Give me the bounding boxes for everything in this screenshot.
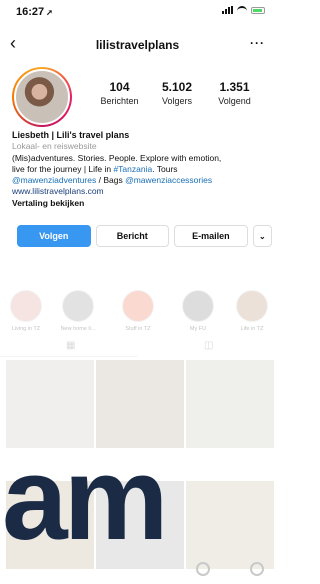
highlight-label: Stuff in TZ (125, 326, 151, 332)
profile-header: ‹ lilistravelplans ··· (0, 28, 275, 58)
highlight-cover (62, 290, 94, 322)
active-tab-indicator (0, 356, 137, 357)
suggested-accounts-chevron-icon[interactable]: ⌄ (252, 225, 272, 247)
profile-actions: Volgen Bericht E-mailen ⌄ (17, 225, 272, 247)
avatar[interactable] (12, 67, 72, 127)
highlight-item[interactable]: Living in TZ (6, 290, 46, 332)
status-bar: 16:27 ➚ (0, 0, 275, 24)
highlight-cover (182, 290, 214, 322)
stat-following[interactable]: 1.351 Volgend (207, 80, 262, 106)
bio-text: / Bags (96, 175, 126, 186)
highlight-cover (10, 290, 42, 322)
display-name: Liesbeth | Lili's travel plans (12, 130, 130, 140)
highlight-item[interactable]: Life in TZ (232, 290, 272, 332)
profile-category: Lokaal- en reiswebsite (12, 141, 97, 152)
highlight-cover (122, 290, 154, 322)
stat-followers-count: 5.102 (161, 80, 193, 94)
bio-text: live for the journey | Life in (12, 163, 114, 174)
highlight-label: New home li... (60, 326, 96, 332)
message-button[interactable]: Bericht (95, 225, 170, 247)
more-options-icon[interactable]: ··· (250, 36, 265, 50)
bio-line-2: live for the journey | Life in #Tanzania… (12, 164, 267, 175)
profile-username: lilistravelplans (95, 38, 180, 52)
signal-icon (222, 6, 233, 14)
stat-followers-label: Volgers (161, 96, 193, 106)
highlight-label: Life in TZ (240, 326, 264, 332)
stat-following-label: Volgend (218, 96, 251, 106)
mention-link[interactable]: @mawenziaccessories (125, 175, 212, 185)
email-button[interactable]: E-mailen (174, 225, 248, 247)
status-icons (222, 6, 265, 14)
bio-text: . Tours (152, 163, 178, 174)
profile-bio: Liesbeth | Lili's travel plans Lokaal- e… (12, 130, 267, 209)
mention-link[interactable]: @mawenziadventures (12, 175, 96, 185)
activity-icon[interactable] (196, 562, 210, 576)
website-link[interactable]: www.lilistravelplans.com (12, 186, 267, 197)
story-highlights: Living in TZ New home li... Stuff in TZ … (0, 290, 275, 332)
grid-tab-icon[interactable]: ▦ (66, 340, 75, 351)
stat-posts-count: 104 (109, 80, 130, 94)
tagged-tab-icon[interactable]: ◫ (204, 340, 213, 351)
highlight-label: My FU (189, 326, 207, 332)
bio-line-3: @mawenziadventures / Bags @mawenziaccess… (12, 175, 267, 186)
overlay-word-text: am (2, 433, 169, 565)
follow-button[interactable]: Volgen (17, 225, 91, 247)
profile-tab-icon[interactable] (250, 562, 264, 576)
location-arrow-icon: ➚ (46, 8, 53, 17)
stat-posts[interactable]: 104 Berichten (92, 80, 147, 106)
stat-following-count: 1.351 (219, 80, 250, 94)
highlight-item[interactable]: Stuff in TZ (118, 290, 158, 332)
highlight-item[interactable]: My FU (178, 290, 218, 332)
hashtag-link[interactable]: #Tanzania (113, 164, 152, 174)
avatar-photo (14, 69, 70, 125)
status-time: 16:27 ➚ (16, 6, 53, 18)
wifi-icon (237, 6, 247, 14)
profile-stats: 104 Berichten 5.102 Volgers 1.351 Volgen… (92, 80, 262, 106)
highlight-label: Living in TZ (11, 326, 41, 332)
highlight-cover (236, 290, 268, 322)
profile-tabs: ▦ ◫ (0, 340, 275, 358)
battery-icon (251, 6, 265, 14)
bio-line-1: (Mis)adventures. Stories. People. Explor… (12, 152, 222, 163)
post-thumbnail[interactable] (186, 360, 274, 448)
highlight-item[interactable]: New home li... (58, 290, 98, 332)
stat-posts-label: Berichten (100, 96, 139, 106)
see-translation-link[interactable]: Vertaling bekijken (12, 198, 267, 209)
bottom-navigation (0, 556, 275, 584)
stat-followers[interactable]: 5.102 Volgers (150, 80, 205, 106)
